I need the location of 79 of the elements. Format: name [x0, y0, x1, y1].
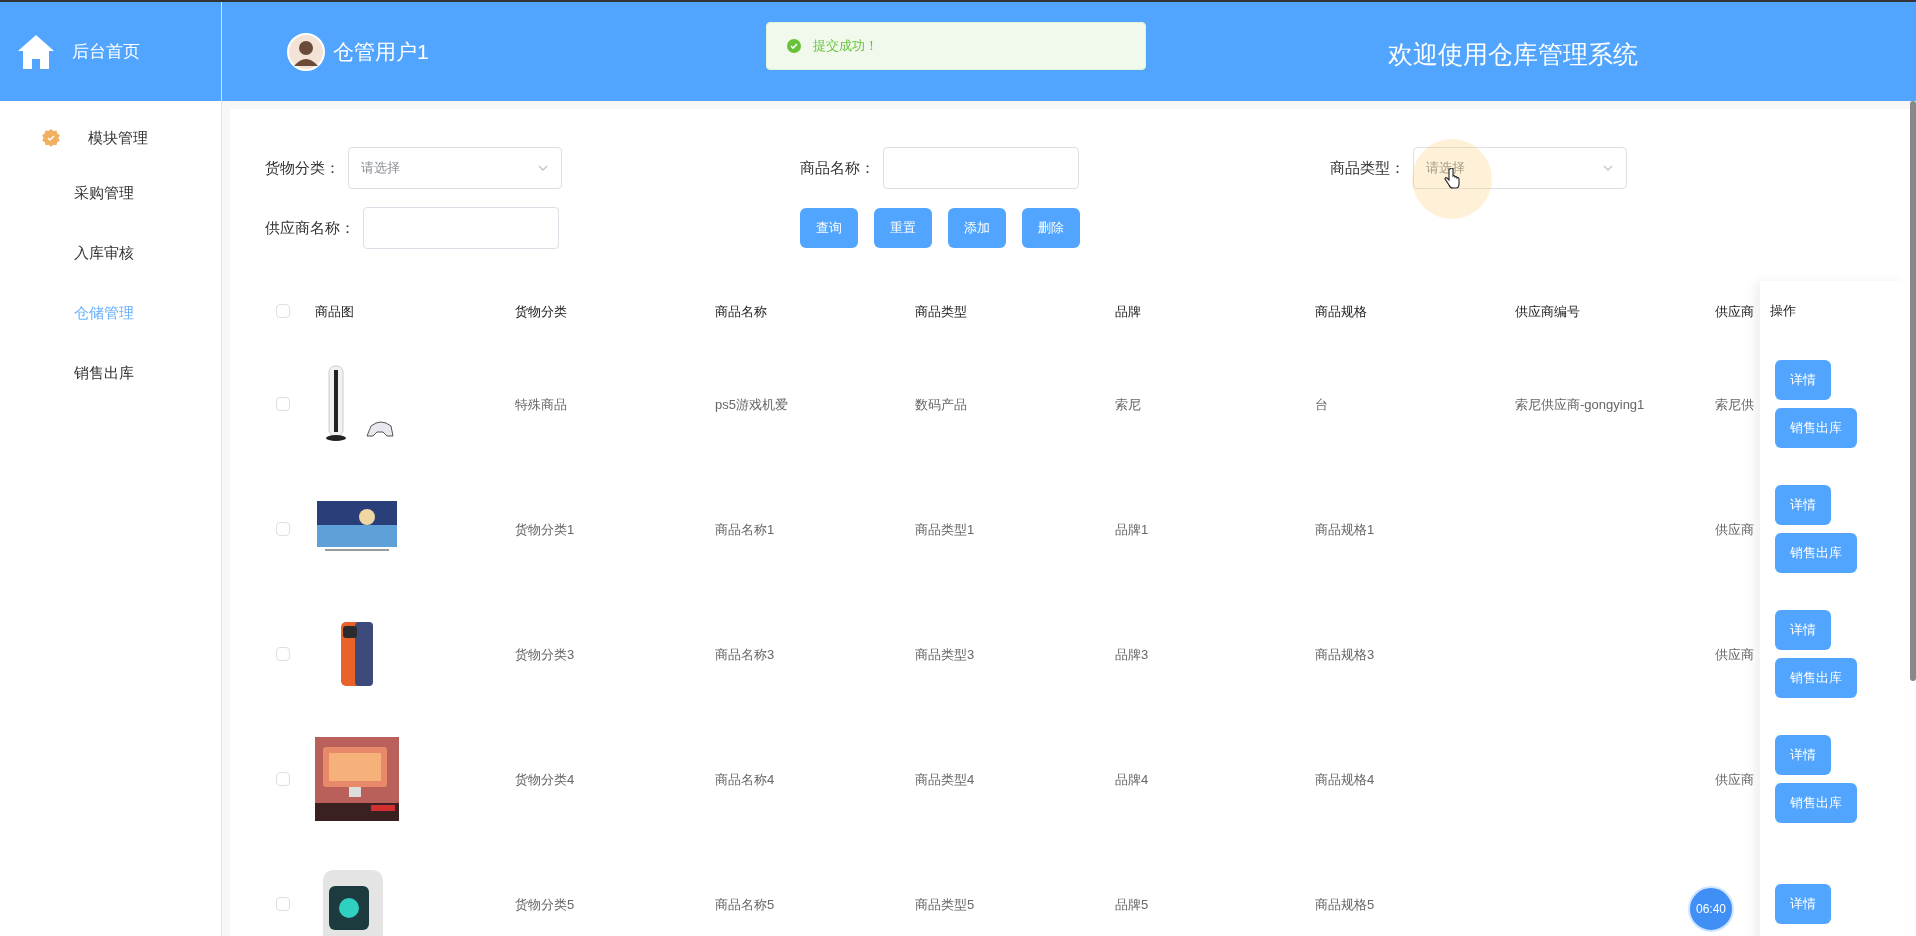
column-header: 商品图 — [315, 304, 354, 319]
menu-group-title[interactable]: 模块管理 — [88, 126, 148, 150]
column-header: 商品名称 — [715, 304, 767, 319]
row-action-button[interactable]: 销售出库 — [1775, 782, 1857, 823]
table-cell: 商品规格4 — [1315, 771, 1375, 787]
table-cell: 商品类型4 — [915, 771, 975, 787]
row-action-button[interactable]: 销售出库 — [1775, 532, 1857, 573]
select-field[interactable]: 请选择 — [348, 147, 562, 189]
table-cell: 货物分类4 — [515, 771, 575, 787]
table-cell: 商品名称1 — [715, 521, 775, 537]
table-cell: 商品名称3 — [715, 646, 775, 662]
column-header: 操作 — [1770, 302, 1796, 321]
user-name: 仓管用户1 — [333, 38, 429, 65]
action-button[interactable]: 重置 — [874, 208, 932, 248]
table-cell: 供应商 — [1715, 771, 1754, 787]
table-cell: 商品名称4 — [715, 771, 775, 787]
action-button[interactable]: 添加 — [948, 208, 1006, 248]
column-header: 供应商编号 — [1515, 304, 1580, 319]
table-cell: 供应商 — [1715, 521, 1754, 537]
checkbox[interactable] — [275, 396, 290, 411]
home-icon — [16, 32, 56, 71]
sidebar-item[interactable]: 仓储管理 — [0, 283, 221, 343]
table-cell: 商品规格5 — [1315, 896, 1375, 912]
row-action-button[interactable]: 详情 — [1775, 484, 1831, 525]
row-action-button[interactable]: 详情 — [1775, 734, 1831, 775]
check-circle-icon — [787, 39, 801, 53]
filter-label: 商品类型： — [1330, 157, 1405, 178]
table-cell: 台 — [1315, 396, 1328, 412]
table-cell: 供应商 — [1715, 646, 1754, 662]
table-cell: 品牌4 — [1115, 771, 1149, 787]
row-action-button[interactable]: 销售出库 — [1775, 657, 1857, 698]
table-cell: 商品名称5 — [715, 896, 775, 912]
table-cell: 数码产品 — [915, 396, 967, 412]
table-cell: 品牌1 — [1115, 521, 1149, 537]
filter-label: 供应商名称： — [265, 217, 355, 238]
table-cell: 商品类型1 — [915, 521, 975, 537]
table-cell: 索尼供应商-gongying1 — [1515, 396, 1645, 412]
table-cell: 商品类型3 — [915, 646, 975, 662]
table-cell: ps5游戏机爱 — [715, 396, 788, 412]
checkbox[interactable] — [275, 896, 290, 911]
system-title: 欢迎使用仓库管理系统 — [1388, 39, 1638, 70]
column-header: 商品类型 — [915, 304, 967, 319]
table-cell: 索尼 — [1115, 396, 1141, 412]
column-header: 商品规格 — [1315, 304, 1367, 319]
action-button[interactable]: 查询 — [800, 208, 858, 248]
badge-icon — [42, 129, 60, 147]
sidebar-item[interactable]: 入库审核 — [0, 223, 221, 283]
table-cell: 商品规格3 — [1315, 646, 1375, 662]
sidebar-item[interactable]: 销售出库 — [0, 343, 221, 403]
toast-message: 提交成功！ — [813, 37, 878, 56]
table-cell: 特殊商品 — [515, 396, 567, 412]
checkbox[interactable] — [275, 521, 290, 536]
home-link[interactable]: 后台首页 — [72, 38, 140, 65]
table-cell: 货物分类5 — [515, 896, 575, 912]
row-action-button[interactable]: 销售出库 — [1775, 407, 1857, 448]
table-cell: 商品规格1 — [1315, 521, 1375, 537]
column-header: 品牌 — [1115, 304, 1141, 319]
avatar — [287, 32, 325, 71]
filter-label: 商品名称： — [800, 157, 875, 178]
row-action-button[interactable]: 详情 — [1775, 359, 1831, 400]
checkbox[interactable] — [275, 771, 290, 786]
checkbox[interactable] — [275, 304, 290, 318]
filter-label: 货物分类： — [265, 157, 340, 178]
sidebar-item[interactable]: 采购管理 — [0, 163, 221, 223]
column-header: 货物分类 — [515, 304, 567, 319]
checkbox[interactable] — [275, 646, 290, 661]
table-cell: 索尼供 — [1715, 396, 1754, 412]
select-field[interactable]: 请选择 — [1413, 147, 1627, 189]
table-cell: 货物分类3 — [515, 646, 575, 662]
table-cell: 货物分类1 — [515, 521, 575, 537]
input-field[interactable] — [363, 207, 559, 249]
input-field[interactable] — [883, 147, 1079, 189]
table-cell: 品牌5 — [1115, 896, 1149, 912]
row-action-button[interactable]: 详情 — [1775, 609, 1831, 650]
column-header: 供应商 — [1715, 304, 1754, 319]
row-action-button[interactable]: 详情 — [1775, 883, 1831, 924]
table-cell: 商品类型5 — [915, 896, 975, 912]
table-cell: 品牌3 — [1115, 646, 1149, 662]
action-button[interactable]: 删除 — [1022, 208, 1080, 248]
